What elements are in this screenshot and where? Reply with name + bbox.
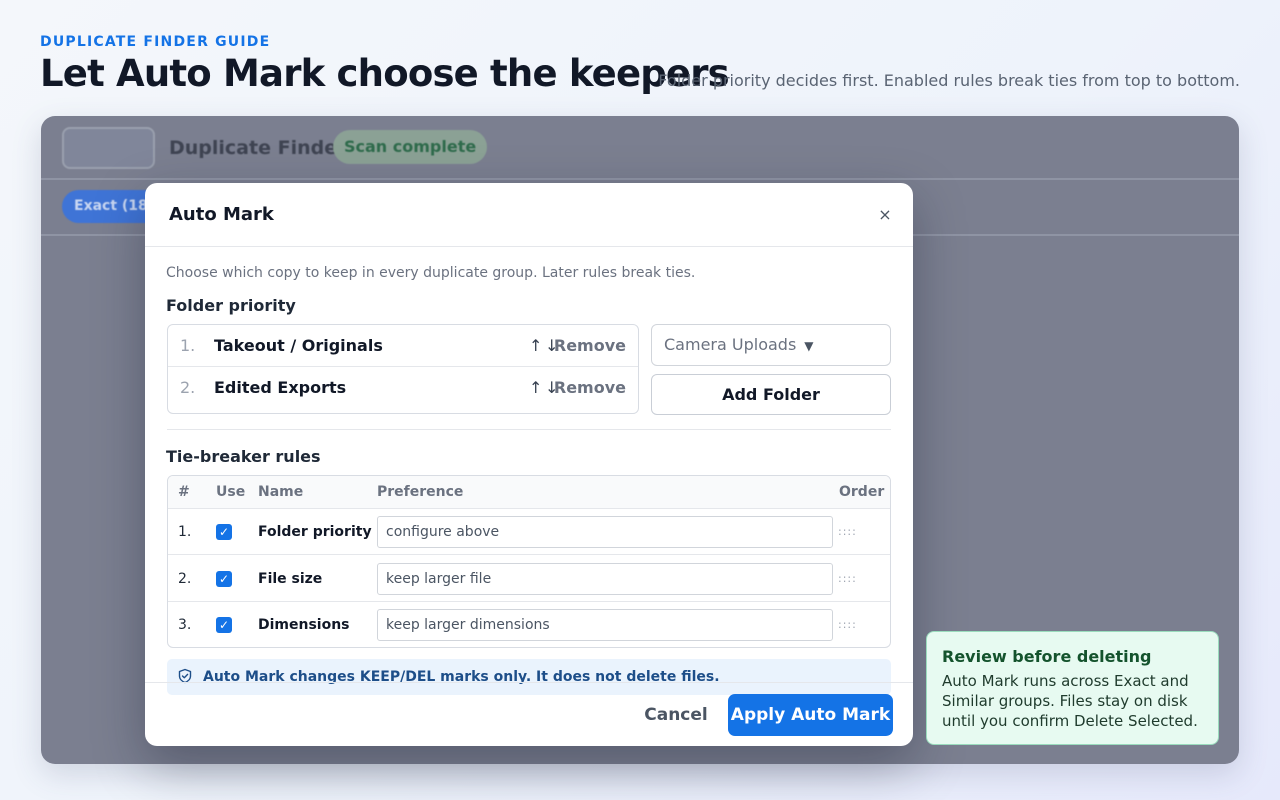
cancel-button[interactable]: Cancel [635, 695, 717, 735]
move-up-icon[interactable]: ↑ [529, 378, 542, 397]
table-row: 3. ✓ Dimensions :::: [168, 602, 890, 647]
callout-body: Auto Mark runs across Exact and Similar … [942, 672, 1198, 730]
table-header: # Use Name Preference Order [168, 476, 890, 509]
review-callout: Review before deleting Auto Mark runs ac… [926, 631, 1219, 745]
column-header-use: Use [216, 484, 246, 500]
rule-name: Dimensions [258, 617, 350, 633]
rule-enabled-checkbox[interactable]: ✓ [216, 571, 232, 587]
guide-eyebrow: DUPLICATE FINDER GUIDE [40, 34, 271, 50]
column-header-number: # [178, 484, 190, 500]
rule-enabled-checkbox[interactable]: ✓ [216, 617, 232, 633]
close-icon[interactable]: × [873, 203, 897, 227]
rule-number: 2. [178, 571, 192, 587]
folder-order-number: 2. [180, 378, 196, 397]
rule-number: 3. [178, 617, 192, 633]
rule-number: 1. [178, 524, 192, 540]
drag-handle-icon[interactable]: :::: [838, 572, 857, 585]
remove-folder-button[interactable]: Remove [554, 336, 626, 355]
folder-order-number: 1. [180, 336, 196, 355]
dialog-title: Auto Mark [169, 204, 274, 225]
rule-preference-field[interactable] [377, 516, 833, 548]
callout-title: Review before deleting [942, 647, 1152, 666]
chevron-down-icon: ▼ [804, 339, 814, 353]
folder-select[interactable]: Camera Uploads ▼ [651, 324, 891, 366]
remove-folder-button[interactable]: Remove [554, 378, 626, 397]
page-subtitle: Folder priority decides first. Enabled r… [658, 71, 1240, 90]
table-row: 2. ✓ File size :::: [168, 556, 890, 602]
auto-mark-dialog: Auto Mark × Choose which copy to keep in… [145, 183, 913, 746]
folder-select-value: Camera Uploads [664, 335, 797, 354]
drag-handle-icon[interactable]: :::: [838, 525, 857, 538]
drag-handle-icon[interactable]: :::: [838, 618, 857, 631]
column-header-name: Name [258, 484, 304, 500]
add-folder-button[interactable]: Add Folder [651, 374, 891, 415]
app-toolbar: Duplicate Finder Scan complete [41, 116, 1239, 180]
section-divider [167, 429, 891, 430]
apply-auto-mark-button[interactable]: Apply Auto Mark [728, 694, 893, 736]
folder-row: 2. Edited Exports ↑ ↓ Remove [168, 366, 638, 407]
table-row: 1. ✓ Folder priority :::: [168, 509, 890, 555]
rule-preference-field[interactable] [377, 609, 833, 641]
folder-row: 1. Takeout / Originals ↑ ↓ Remove [168, 325, 638, 366]
folder-priority-list: 1. Takeout / Originals ↑ ↓ Remove 2. Edi… [167, 324, 639, 414]
rule-preference-field[interactable] [377, 563, 833, 595]
column-header-order: Order [839, 484, 885, 500]
dialog-description: Choose which copy to keep in every dupli… [166, 265, 696, 281]
back-button[interactable] [62, 127, 155, 169]
column-header-preference: Preference [377, 484, 464, 500]
folder-name: Edited Exports [214, 378, 347, 397]
rule-enabled-checkbox[interactable]: ✓ [216, 524, 232, 540]
page-title: Let Auto Mark choose the keepers [40, 52, 730, 95]
rule-name: Folder priority [258, 524, 372, 540]
tie-breaker-table: # Use Name Preference Order 1. ✓ Folder … [167, 475, 891, 648]
move-up-icon[interactable]: ↑ [529, 336, 542, 355]
folder-priority-heading: Folder priority [166, 296, 296, 315]
app-name: Duplicate Finder [169, 137, 347, 159]
folder-name: Takeout / Originals [214, 336, 383, 355]
status-badge: Scan complete [333, 130, 488, 164]
dialog-header: Auto Mark × [145, 183, 913, 247]
rule-name: File size [258, 571, 323, 587]
tie-breaker-heading: Tie-breaker rules [166, 447, 321, 466]
